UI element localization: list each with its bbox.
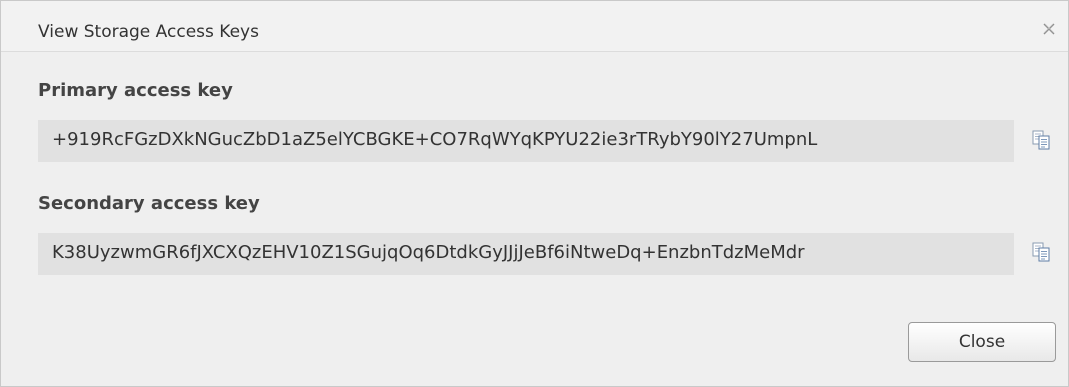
- copy-secondary-key-icon[interactable]: [1032, 242, 1050, 262]
- copy-primary-key-icon[interactable]: [1032, 130, 1050, 150]
- secondary-key-value[interactable]: K38UyzwmGR6fJXCXQzEHV10Z1SGujqOq6DtdkGyJ…: [52, 242, 1004, 263]
- storage-access-keys-dialog: View Storage Access Keys Primary access …: [0, 0, 1069, 387]
- primary-key-label: Primary access key: [38, 80, 233, 101]
- primary-key-value[interactable]: +919RcFGzDXkNGucZbD1aZ5elYCBGKE+CO7RqWYq…: [52, 129, 1004, 150]
- primary-key-field[interactable]: +919RcFGzDXkNGucZbD1aZ5elYCBGKE+CO7RqWYq…: [38, 120, 1014, 162]
- secondary-key-label: Secondary access key: [38, 193, 260, 214]
- secondary-key-field[interactable]: K38UyzwmGR6fJXCXQzEHV10Z1SGujqOq6DtdkGyJ…: [38, 233, 1014, 275]
- close-x-icon[interactable]: [1042, 21, 1056, 35]
- dialog-title: View Storage Access Keys: [38, 22, 259, 42]
- close-button[interactable]: Close: [908, 322, 1056, 362]
- dialog-titlebar: View Storage Access Keys: [1, 1, 1068, 52]
